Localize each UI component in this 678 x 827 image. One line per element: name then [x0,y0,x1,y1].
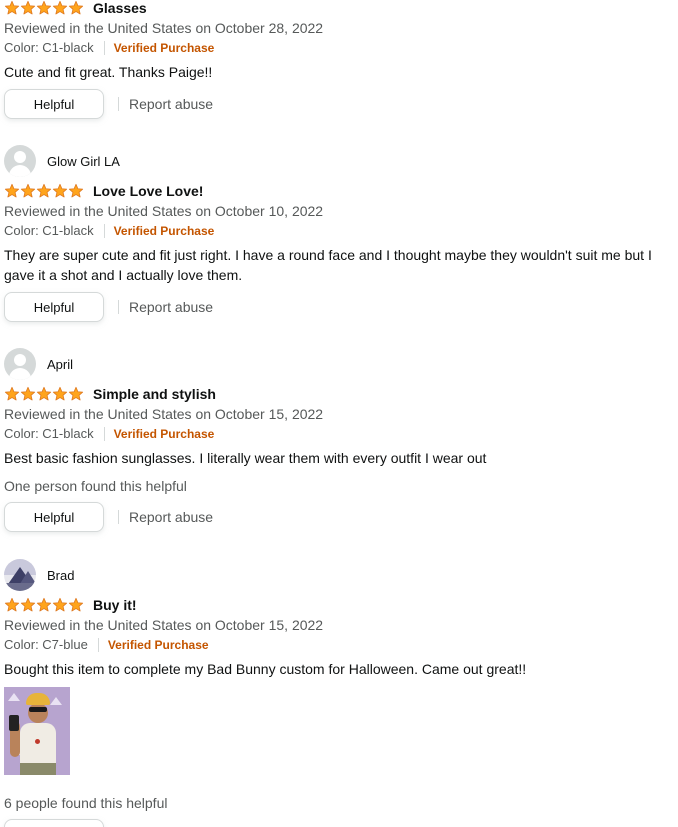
review-actions: Helpful Report abuse [4,292,674,322]
review-meta: Color: C1-black Verified Purchase [4,38,674,58]
reviewer-name[interactable]: Glow Girl LA [47,154,120,169]
star-icon [52,0,68,15]
star-icon [36,183,52,198]
helpful-button[interactable]: Helpful [4,819,104,827]
reviewer-name[interactable]: April [47,357,73,372]
color-variant[interactable]: Color: C7-blue [4,635,88,655]
review-date: Reviewed in the United States on October… [4,20,324,36]
star-icon [68,386,84,401]
star-icon [4,386,20,401]
review-actions: Helpful [4,819,674,827]
divider [118,300,119,314]
review-meta: Color: C1-black Verified Purchase [4,424,674,444]
verified-purchase-badge: Verified Purchase [113,427,215,441]
review-meta: Color: C7-blue Verified Purchase [4,635,674,655]
star-icon [52,386,68,401]
star-icon [4,183,20,198]
default-avatar-icon [4,348,36,380]
helpful-button[interactable]: Helpful [4,89,104,119]
star-rating [4,183,84,199]
customer-photo-thumbnail[interactable] [4,687,70,775]
review-title-row: Love Love Love! [4,181,674,201]
divider [103,41,105,55]
star-icon [36,386,52,401]
helpful-count: One person found this helpful [4,478,187,494]
report-abuse-link[interactable]: Report abuse [129,509,213,525]
helpful-button[interactable]: Helpful [4,292,104,322]
verified-purchase-badge: Verified Purchase [113,224,215,238]
review-actions: Helpful Report abuse [4,502,674,532]
review-date: Reviewed in the United States on October… [4,406,324,422]
review-title-row: Glasses [4,0,674,18]
star-icon [20,0,36,15]
star-icon [36,0,52,15]
review-body: Bought this item to complete my Bad Bunn… [4,661,527,677]
star-icon [52,597,68,612]
review-meta: Color: C1-black Verified Purchase [4,221,674,241]
star-icon [20,386,36,401]
review: Glasses Reviewed in the United States on… [4,0,674,119]
star-icon [36,597,52,612]
star-icon [52,183,68,198]
review-title[interactable]: Simple and stylish [93,386,216,402]
star-rating [4,386,84,402]
reviewer-name[interactable]: Brad [47,568,74,583]
divider [103,224,105,238]
review-title[interactable]: Glasses [93,0,147,16]
star-icon [20,597,36,612]
review-body: They are super cute and fit just right. … [4,247,652,283]
review-actions: Helpful Report abuse [4,89,674,119]
divider [118,97,119,111]
review-title-row: Simple and stylish [4,384,674,404]
star-icon [20,183,36,198]
review: Glow Girl LA Love Love Love! Reviewed in… [4,144,674,322]
review-date: Reviewed in the United States on October… [4,617,324,633]
review-date: Reviewed in the United States on October… [4,203,324,219]
reviewer-profile[interactable]: Brad [4,558,674,592]
review-title[interactable]: Buy it! [93,597,137,613]
divider [118,510,119,524]
review-title[interactable]: Love Love Love! [93,183,203,199]
star-icon [4,597,20,612]
verified-purchase-badge: Verified Purchase [107,638,209,652]
review: Brad Buy it! Reviewed in the United Stat… [4,558,674,827]
default-avatar-icon [4,145,36,177]
star-icon [68,597,84,612]
star-rating [4,0,84,16]
color-variant[interactable]: Color: C1-black [4,38,94,58]
reviews-page: Glasses Reviewed in the United States on… [0,0,678,827]
star-icon [68,0,84,15]
profile-photo-avatar [4,559,36,591]
color-variant[interactable]: Color: C1-black [4,424,94,444]
reviewer-profile[interactable]: April [4,347,674,381]
verified-purchase-badge: Verified Purchase [113,41,215,55]
color-variant[interactable]: Color: C1-black [4,221,94,241]
helpful-count: 6 people found this helpful [4,795,168,811]
star-icon [68,183,84,198]
review: April Simple and stylish Reviewed in the… [4,347,674,532]
review-title-row: Buy it! [4,595,674,615]
star-icon [4,0,20,15]
divider [97,638,99,652]
reviewer-profile[interactable]: Glow Girl LA [4,144,674,178]
review-body: Cute and fit great. Thanks Paige!! [4,64,213,80]
review-body: Best basic fashion sunglasses. I literal… [4,450,487,466]
divider [103,427,105,441]
star-rating [4,597,84,613]
helpful-button[interactable]: Helpful [4,502,104,532]
report-abuse-link[interactable]: Report abuse [129,96,213,112]
report-abuse-link[interactable]: Report abuse [129,299,213,315]
